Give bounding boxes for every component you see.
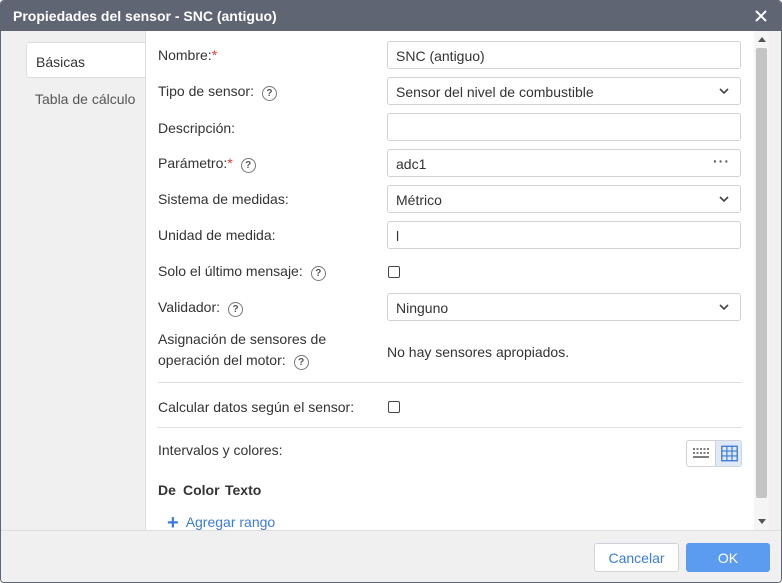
help-icon[interactable]: ?	[240, 158, 256, 173]
help-icon[interactable]: ?	[293, 355, 309, 370]
more-options-icon[interactable]: ···	[713, 153, 730, 169]
help-icon[interactable]: ?	[228, 302, 244, 317]
engine-sensors-value: No hay sensores apropiados.	[387, 344, 570, 360]
sensor-type-label: Tipo de sensor:?	[158, 83, 277, 101]
chevron-down-icon	[719, 304, 729, 311]
calc-by-sensor-label: Calcular datos según el sensor:	[158, 399, 355, 415]
column-header-de: De	[158, 482, 176, 498]
name-label-text: Nombre:	[158, 47, 212, 63]
parameter-label: Parámetro:*?	[158, 155, 256, 173]
last-message-label: Solo el último mensaje:?	[158, 263, 326, 281]
engine-sensors-label-line1: Asignación de sensores de	[158, 331, 327, 347]
description-label: Descripción:	[158, 120, 236, 136]
chevron-down-icon	[719, 196, 729, 203]
help-icon[interactable]: ?	[261, 86, 277, 101]
list-view-icon[interactable]	[687, 441, 715, 466]
table-view-icon[interactable]	[715, 441, 742, 466]
intervals-label: Intervalos y colores:	[158, 442, 283, 458]
unit-label: Unidad de medida:	[158, 227, 276, 243]
section-divider	[158, 382, 742, 383]
parameter-label-text: Parámetro:	[158, 155, 228, 171]
column-header-texto: Texto	[225, 482, 262, 498]
last-message-label-text: Solo el último mensaje:	[158, 263, 303, 279]
ok-button[interactable]: OK	[686, 543, 770, 572]
tab-tabla-de-calculo[interactable]: Tabla de cálculo	[26, 80, 146, 116]
scroll-up-arrow-icon[interactable]	[758, 37, 766, 42]
required-mark: *	[227, 155, 233, 171]
dialog-footer: Cancelar OK	[1, 530, 781, 582]
validator-select[interactable]: Ninguno	[387, 293, 741, 321]
sensor-type-value: Sensor del nivel de combustible	[396, 84, 594, 100]
name-value: SNC (antiguo)	[396, 48, 485, 64]
cancel-button[interactable]: Cancelar	[594, 543, 679, 572]
title-bar: Propiedades del sensor - SNC (antiguo)	[1, 1, 781, 31]
measurement-system-label: Sistema de medidas:	[158, 191, 289, 207]
description-input[interactable]	[387, 113, 741, 141]
engine-sensors-label-line2: operación del motor:?	[158, 352, 309, 370]
add-range-label: Agregar rango	[185, 514, 276, 530]
validator-value: Ninguno	[396, 300, 449, 316]
vertical-scrollbar[interactable]	[754, 31, 769, 530]
dialog-title: Propiedades del sensor - SNC (antiguo)	[13, 8, 277, 24]
chevron-down-icon	[719, 88, 729, 95]
tab-list: Básicas Tabla de cálculo	[1, 31, 146, 530]
section-divider	[158, 427, 742, 428]
measurement-system-value: Métrico	[396, 192, 442, 208]
parameter-value: adc1	[396, 156, 427, 172]
scroll-down-arrow-icon[interactable]	[758, 519, 766, 524]
dialog-body: Básicas Tabla de cálculo Nombre:* SNC (a…	[1, 31, 781, 534]
tab-basicas[interactable]: Básicas	[26, 42, 146, 78]
parameter-input[interactable]: adc1 ···	[387, 149, 741, 177]
tab-content: Nombre:* SNC (antiguo) Tipo de sensor:? …	[145, 31, 754, 534]
validator-label: Validador:?	[158, 299, 244, 317]
unit-input[interactable]: l	[387, 221, 741, 249]
engine-sensors-label-text: operación del motor:	[158, 352, 286, 368]
name-input[interactable]: SNC (antiguo)	[387, 41, 741, 69]
last-message-checkbox[interactable]	[388, 266, 400, 278]
help-icon[interactable]: ?	[310, 266, 326, 281]
sensor-type-label-text: Tipo de sensor:	[158, 83, 254, 99]
sensor-properties-dialog: Propiedades del sensor - SNC (antiguo) B…	[0, 0, 782, 583]
column-header-color: Color	[183, 482, 220, 498]
view-toggle	[686, 440, 742, 467]
scrollbar-thumb[interactable]	[756, 48, 767, 498]
name-label: Nombre:*	[158, 47, 217, 63]
calc-by-sensor-checkbox[interactable]	[388, 401, 400, 413]
unit-value: l	[396, 228, 400, 244]
close-icon[interactable]	[751, 6, 771, 26]
measurement-system-select[interactable]: Métrico	[387, 185, 741, 213]
sensor-type-select[interactable]: Sensor del nivel de combustible	[387, 77, 741, 105]
required-mark: *	[211, 47, 218, 63]
validator-label-text: Validador:	[158, 299, 221, 315]
